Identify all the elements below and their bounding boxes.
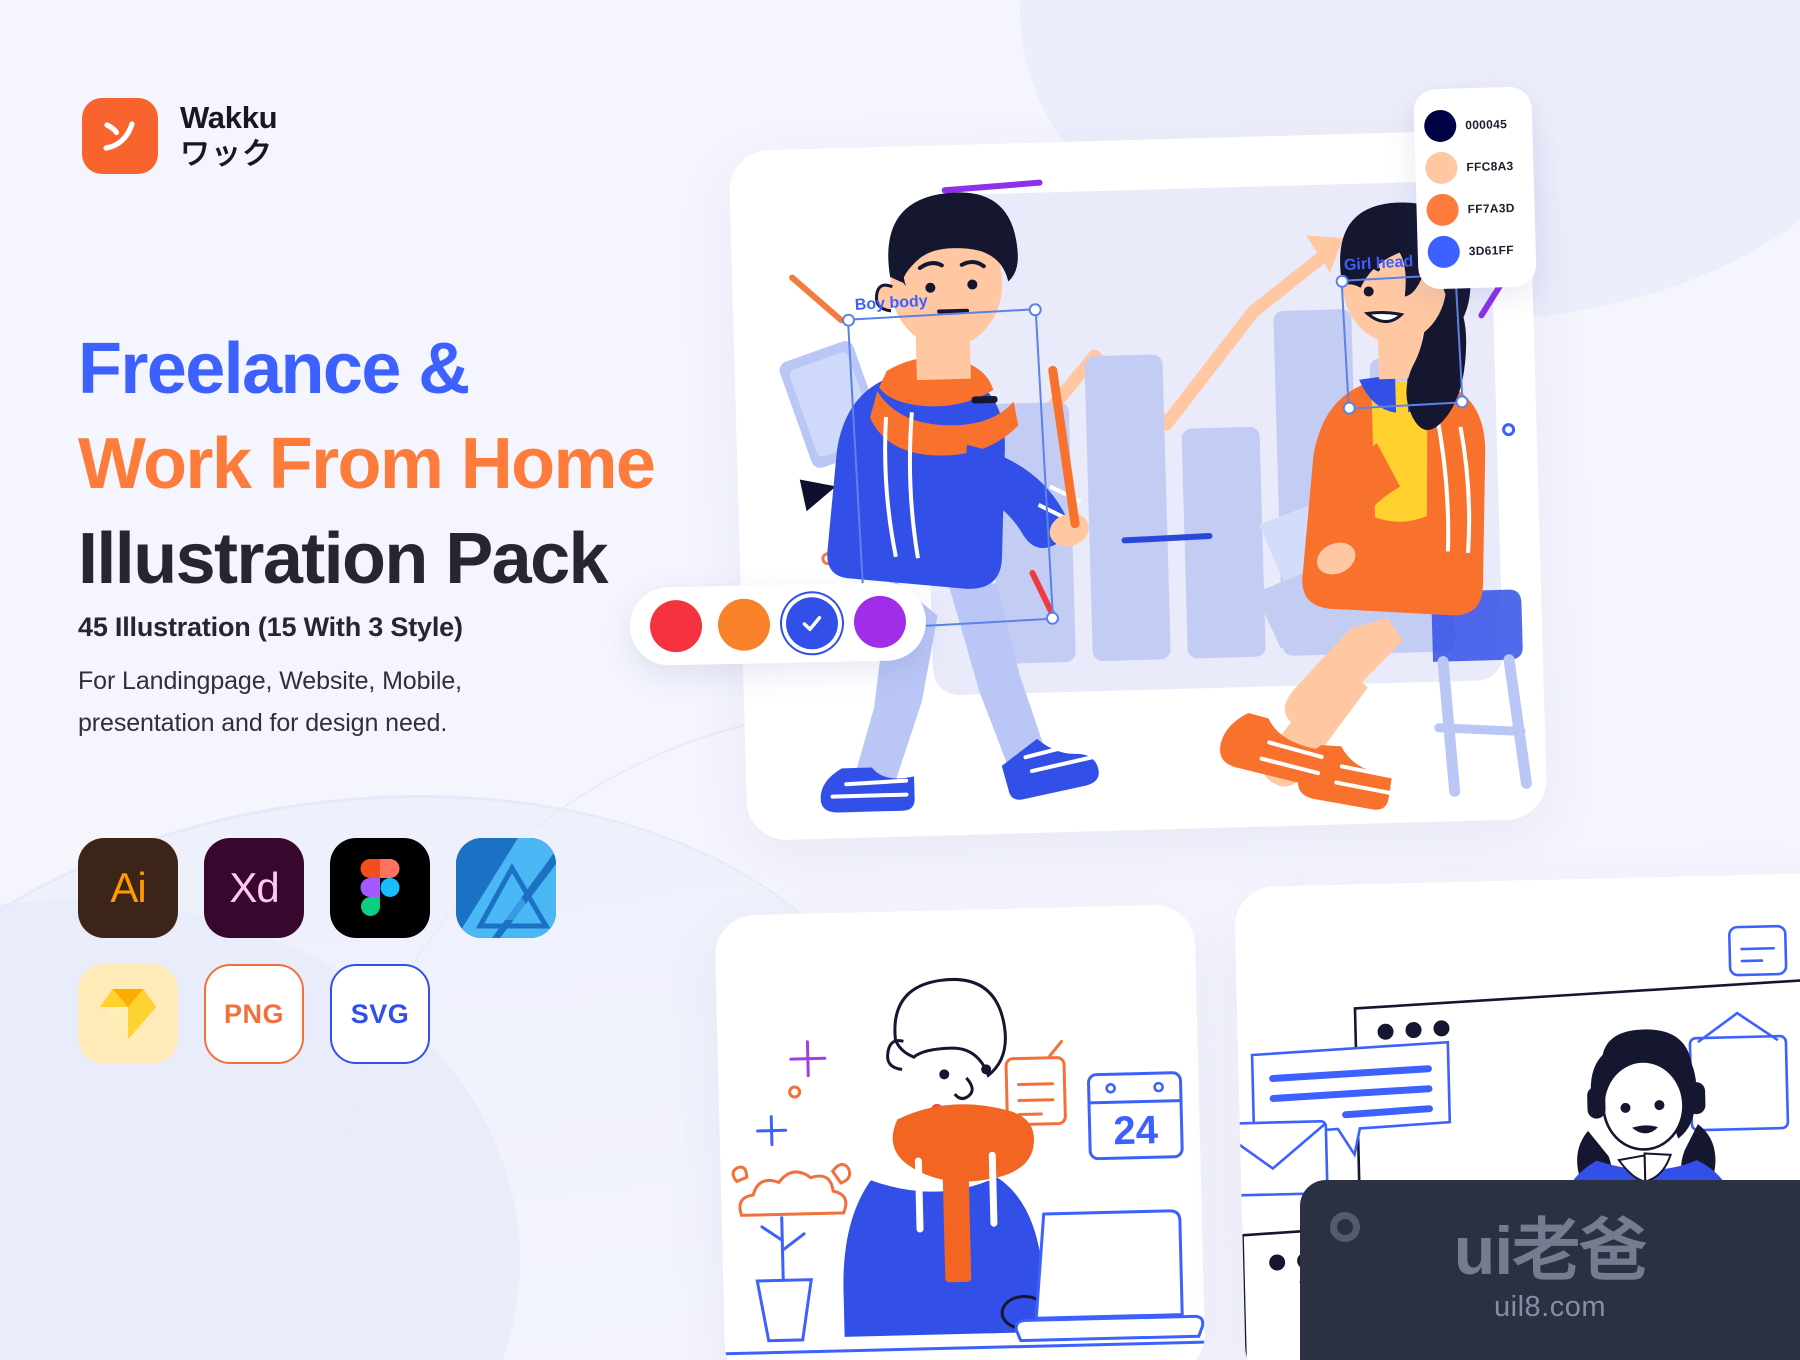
- png-label: PNG: [223, 998, 284, 1029]
- brand-lockup: Wakku ワック: [82, 98, 278, 174]
- swatch-row[interactable]: FF7A3D: [1416, 186, 1535, 231]
- format-icon-sketch[interactable]: [78, 964, 178, 1064]
- figma-icon: [360, 859, 400, 916]
- calendar-day-number: 24: [1113, 1108, 1159, 1153]
- headline-line-3: Illustration Pack: [78, 519, 609, 600]
- desk-line-illustration: 24: [724, 978, 1205, 1356]
- brand-name: Wakku: [180, 99, 278, 135]
- adobe-illustrator-label: Ai: [110, 864, 146, 911]
- brand-name-japanese: ワック: [180, 137, 273, 171]
- swatch-dot-ffc8a3[interactable]: [1424, 151, 1458, 185]
- usage-description-line-1: For Landingpage, Website, Mobile,: [78, 667, 462, 695]
- swatch-row[interactable]: 3D61FF: [1417, 228, 1536, 273]
- swatch-row[interactable]: 000045: [1414, 102, 1533, 147]
- selection-handle-top-left[interactable]: [841, 313, 856, 328]
- illustration-count-text: 45 Illustration (15 With 3 Style): [78, 612, 463, 642]
- swatch-dot-000045[interactable]: [1423, 109, 1457, 143]
- swatch-code: FFC8A3: [1466, 158, 1514, 175]
- format-icon-grid: Ai Xd PNG SVG: [78, 838, 598, 1090]
- swatch-code: 3D61FF: [1468, 242, 1515, 259]
- headline-line-2: Work From Home: [78, 424, 656, 505]
- color-option-purple[interactable]: [853, 595, 907, 649]
- illustration-showcase-column: Boy body Girl head 000045 FFC8A3 FF7A3D: [629, 0, 1800, 1360]
- sketch-diamond-icon: [100, 989, 156, 1039]
- selection-label-girl-head: Girl head: [1343, 253, 1414, 275]
- swatch-row[interactable]: FFC8A3: [1415, 144, 1534, 189]
- format-icon-svg[interactable]: SVG: [330, 964, 430, 1064]
- brand-logo-mark: [82, 98, 158, 174]
- watermark-overlay: ui老爸 uil8.com: [1300, 1180, 1800, 1360]
- left-content-column: Wakku ワック Freelance & Work From Home Ill…: [0, 0, 760, 1360]
- selection-box-girl-head[interactable]: [1335, 268, 1469, 415]
- format-icon-figma[interactable]: [330, 838, 430, 938]
- color-option-blue-selected[interactable]: [785, 596, 839, 650]
- adobe-xd-label: Xd: [229, 864, 279, 911]
- format-icon-affinity-designer[interactable]: [456, 838, 556, 938]
- format-row-1: Ai Xd: [78, 838, 598, 938]
- swatch-dot-ff7a3d[interactable]: [1426, 193, 1460, 227]
- circle-icon: [1330, 1212, 1360, 1242]
- usage-description-line-2: presentation and for design need.: [78, 709, 448, 737]
- katakana-shi-logo-icon: [103, 121, 135, 151]
- color-swatch-panel: 000045 FFC8A3 FF7A3D 3D61FF: [1413, 86, 1537, 290]
- swatch-code: FF7A3D: [1467, 200, 1515, 217]
- format-icon-png[interactable]: PNG: [204, 964, 304, 1064]
- watermark-url: uil8.com: [1494, 1290, 1606, 1323]
- format-row-2: PNG SVG: [78, 964, 598, 1064]
- card-work-from-home-desk: 24: [714, 904, 1206, 1360]
- watermark-title: ui老爸: [1453, 1212, 1647, 1289]
- check-icon: [802, 615, 822, 632]
- selection-handle-top-left[interactable]: [1335, 274, 1349, 289]
- swatch-code: 000045: [1465, 117, 1508, 133]
- format-icon-adobe-xd[interactable]: Xd: [204, 838, 304, 938]
- svg-label: SVG: [350, 998, 410, 1029]
- page-headline: Freelance & Work From Home Illustration …: [78, 322, 656, 607]
- swatch-dot-3d61ff[interactable]: [1427, 235, 1461, 269]
- format-icon-adobe-illustrator[interactable]: Ai: [78, 838, 178, 938]
- affinity-designer-icon: [456, 838, 556, 938]
- subcopy-block: 45 Illustration (15 With 3 Style) For La…: [78, 612, 463, 744]
- headline-line-1: Freelance &: [78, 329, 470, 409]
